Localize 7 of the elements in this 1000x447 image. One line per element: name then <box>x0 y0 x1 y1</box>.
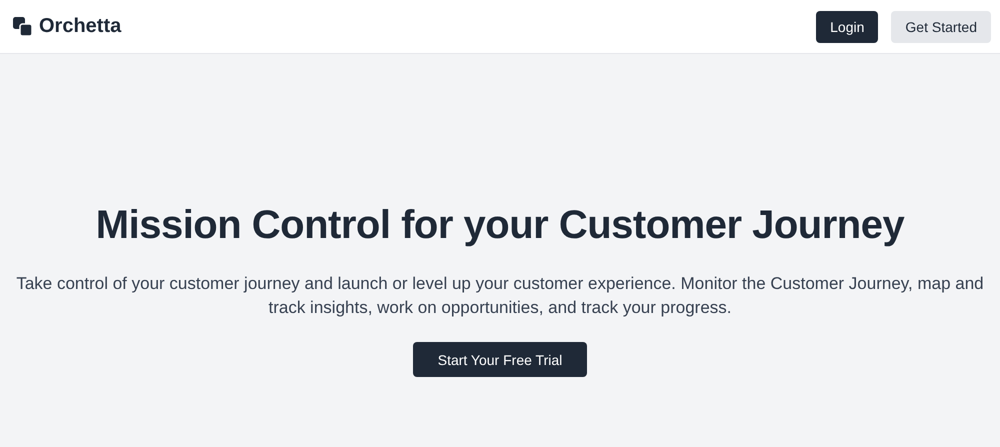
free-trial-button[interactable]: Start Your Free Trial <box>412 342 588 377</box>
login-button[interactable]: Login <box>816 10 878 42</box>
hero-subtitle: Take control of your customer journey and launch or level up your customer experience. Monitor the Customer Journey, map and track insights, work on opportunities, and track your progress. <box>15 273 985 319</box>
brand-name: Orchetta <box>39 15 122 38</box>
hero-title: Mission Control for your Customer Journey <box>96 203 904 248</box>
logo-icon <box>13 16 33 36</box>
get-started-button[interactable]: Get Started <box>891 10 991 42</box>
